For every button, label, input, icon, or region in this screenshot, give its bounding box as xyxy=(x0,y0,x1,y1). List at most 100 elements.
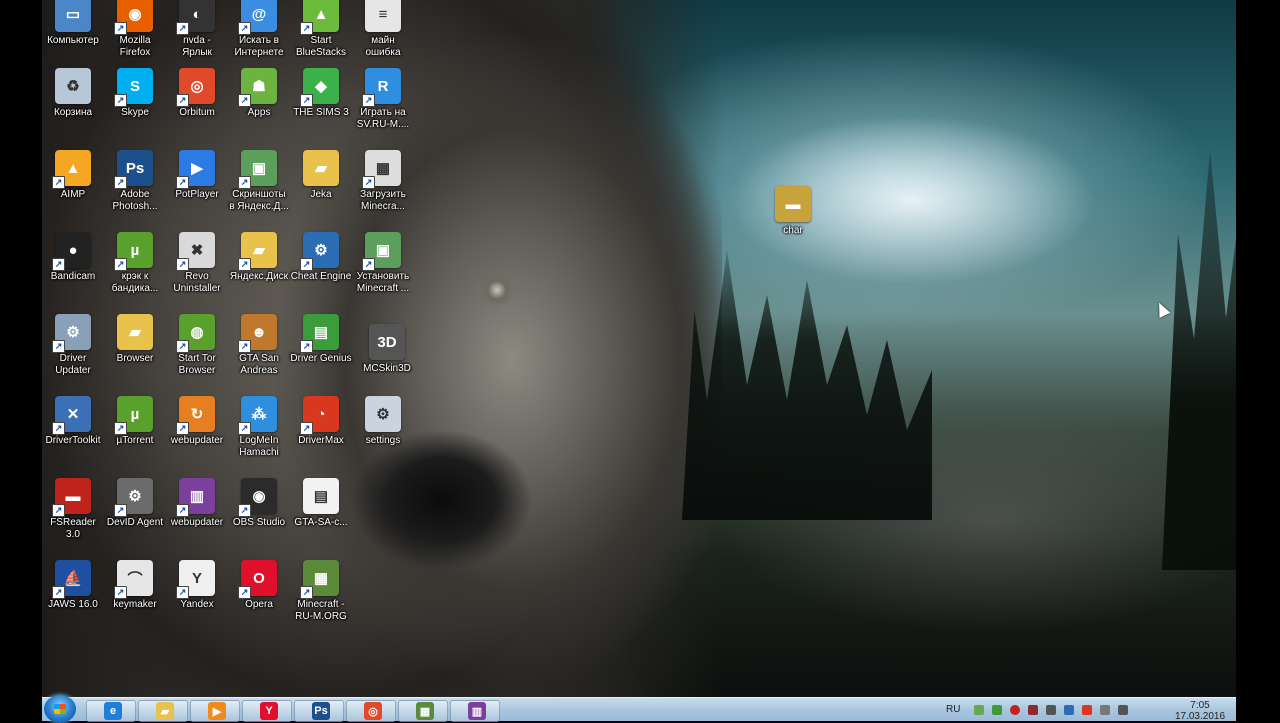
taskbar-button[interactable]: ◎ xyxy=(346,700,396,722)
desktop-icon[interactable]: ◆ ↗ THE SIMS 3 xyxy=(290,66,352,144)
desktop-icon[interactable]: ◐ ↗ nvda - Ярлык xyxy=(166,0,228,72)
shortcut-arrow-icon: ↗ xyxy=(114,258,127,271)
desktop-icon[interactable]: Ps ↗ Adobe Photosh... xyxy=(104,148,166,226)
tray-app-icon[interactable] xyxy=(1064,705,1074,715)
desktop-icon[interactable]: ↻ ↗ webupdater xyxy=(166,394,228,472)
desktop-icon[interactable]: ▰ Jeka xyxy=(290,148,352,226)
desktop-icon[interactable]: ⚙ ↗ Driver Updater xyxy=(42,312,104,390)
driver-genius-icon: ▤ ↗ xyxy=(300,314,339,353)
apps-icon: ☗ ↗ xyxy=(238,68,277,107)
desktop-icon[interactable]: ▲ ↗ AIMP xyxy=(42,148,104,226)
desktop-icon-label: Bandicam xyxy=(50,271,96,282)
photoshop-icon: Ps xyxy=(312,702,330,720)
desktop-icon-label: settings xyxy=(365,435,401,446)
tray-record-icon[interactable] xyxy=(1010,705,1020,715)
desktop-icon[interactable]: ✕ ↗ DriverToolkit xyxy=(42,394,104,472)
desktop-icon-label: Revo Uninstaller xyxy=(173,271,221,294)
desktop-icon-label: Jeka xyxy=(310,189,332,200)
desktop-icon[interactable]: ◎ ↗ Orbitum xyxy=(166,66,228,144)
windows-logo-icon xyxy=(54,704,66,714)
action-center-icon[interactable] xyxy=(1100,705,1110,715)
desktop-icon[interactable]: ◍ ↗ Start Tor Browser xyxy=(166,312,228,390)
desktop-icon[interactable]: ▤ GTA-SA-c... xyxy=(290,476,352,554)
desktop-icon[interactable]: @ ↗ Искать в Интернете xyxy=(228,0,290,72)
desktop-icon[interactable]: ✖ ↗ Revo Uninstaller xyxy=(166,230,228,308)
desktop-icon-label: Яндекс.Диск xyxy=(229,271,289,282)
desktop[interactable]: ▭ Компьютер ◉ ↗ Mozilla Firefox ◐ ↗ nvda - Ярлы… xyxy=(42,0,1236,697)
desktop-icon-label: Установить Minecraft ... xyxy=(356,271,410,294)
desktop-icon[interactable]: ◉ ↗ Mozilla Firefox xyxy=(104,0,166,72)
desktop-icon-label: THE SIMS 3 xyxy=(293,107,349,118)
desktop-icon[interactable]: ⚙ ↗ Cheat Engine xyxy=(290,230,352,308)
desktop-icon[interactable]: ▰ ↗ Яндекс.Диск xyxy=(228,230,290,308)
tray-app-icon[interactable] xyxy=(974,705,984,715)
language-indicator[interactable]: RU xyxy=(946,704,960,715)
taskbar-button[interactable]: ▰ xyxy=(138,700,188,722)
desktop-icon[interactable]: ▬ char xyxy=(762,184,824,262)
desktop-icon-label: DevID Agent xyxy=(106,517,164,528)
network-icon[interactable] xyxy=(1118,705,1128,715)
desktop-icon[interactable]: ♻ Корзина xyxy=(42,66,104,144)
desktop-icon[interactable]: ▥ ↗ webupdater xyxy=(166,476,228,554)
taskbar-button[interactable]: Ps xyxy=(294,700,344,722)
desktop-icon[interactable]: ⚙ ↗ DevID Agent xyxy=(104,476,166,554)
desktop-icon[interactable]: ⛵ ↗ JAWS 16.0 xyxy=(42,558,104,636)
folder-icon: ▰ xyxy=(117,314,153,350)
photoshop-icon: Ps ↗ xyxy=(114,150,153,189)
desktop-icon[interactable]: ▭ Компьютер xyxy=(42,0,104,72)
desktop-icon[interactable]: ◉ ↗ OBS Studio xyxy=(228,476,290,554)
hamachi-icon: ⁂ ↗ xyxy=(238,396,277,435)
desktop-icon[interactable]: ◔ ↗ DriverMax xyxy=(290,394,352,472)
desktop-icon[interactable]: ▣ ↗ Установить Minecraft ... xyxy=(352,230,414,308)
desktop-icon[interactable]: ☗ ↗ Apps xyxy=(228,66,290,144)
desktop-icon[interactable]: ▰ Browser xyxy=(104,312,166,390)
shortcut-arrow-icon: ↗ xyxy=(238,176,251,189)
taskbar-button[interactable]: e xyxy=(86,700,136,722)
utorrent-icon: µ ↗ xyxy=(114,232,153,271)
desktop-icon[interactable]: ▶ ↗ PotPlayer xyxy=(166,148,228,226)
ie-icon: e xyxy=(104,702,122,720)
desktop-icon[interactable]: ● ↗ Bandicam xyxy=(42,230,104,308)
desktop-icon-label: LogMeIn Hamachi xyxy=(239,435,279,458)
shortcut-arrow-icon: ↗ xyxy=(238,94,251,107)
wallpaper-trees-right xyxy=(1162,150,1236,570)
desktop-icon[interactable]: ▤ ↗ Driver Genius xyxy=(290,312,352,390)
desktop-icon[interactable]: ▬ ↗ FSReader 3.0 xyxy=(42,476,104,554)
desktop-icon[interactable]: ⌒ ↗ keymaker xyxy=(104,558,166,636)
desktop-icon[interactable]: 3D MCSkin3D xyxy=(356,322,418,400)
desktop-icon-label: AIMP xyxy=(60,189,86,200)
desktop-icon[interactable]: R ↗ Играть на SV.RU-M.... xyxy=(352,66,414,144)
tray-app-icon[interactable] xyxy=(992,705,1002,715)
taskbar-button[interactable]: ▥ xyxy=(450,700,500,722)
shortcut-arrow-icon: ↗ xyxy=(238,22,251,35)
desktop-icon[interactable]: ▲ ↗ Start BlueStacks xyxy=(290,0,352,72)
taskbar-button[interactable]: ▶ xyxy=(190,700,240,722)
desktop-icon[interactable]: ⚙ settings xyxy=(352,394,414,472)
desktop-icon[interactable]: O ↗ Opera xyxy=(228,558,290,636)
volume-icon[interactable] xyxy=(1046,705,1056,715)
desktop-icon-label: Apps xyxy=(247,107,271,118)
desktop-icon-label: keymaker xyxy=(113,599,157,610)
desktop-icon[interactable]: ▦ ↗ Minecraft - RU-M.ORG xyxy=(290,558,352,636)
desktop-icon[interactable]: µ ↗ крэк к бандика... xyxy=(104,230,166,308)
winrar-icon: ▥ ↗ xyxy=(176,478,215,517)
desktop-icon[interactable]: ▣ ↗ Скриншоты в Яндекс.Д... xyxy=(228,148,290,226)
desktop-icon[interactable]: ≡ майн ошибка xyxy=(352,0,414,72)
tray-app-icon[interactable] xyxy=(1082,705,1092,715)
desktop-icon-label: Orbitum xyxy=(179,107,215,118)
taskbar-button[interactable]: ▦ xyxy=(398,700,448,722)
desktop-icon[interactable]: Y ↗ Yandex xyxy=(166,558,228,636)
desktop-icon[interactable]: µ ↗ µTorrent xyxy=(104,394,166,472)
desktop-icon[interactable]: ☻ ↗ GTA San Andreas xyxy=(228,312,290,390)
clock[interactable]: 7:05 17.03.2016 xyxy=(1170,700,1230,722)
desktop-icon[interactable]: S ↗ Skype xyxy=(104,66,166,144)
desktop-icon[interactable]: ⁂ ↗ LogMeIn Hamachi xyxy=(228,394,290,472)
start-button[interactable] xyxy=(44,695,76,723)
taskbar-button[interactable]: Y xyxy=(242,700,292,722)
utorrent-icon: µ ↗ xyxy=(114,396,153,435)
desktop-icon-label: Adobe Photosh... xyxy=(112,189,158,212)
tray-app-icon[interactable] xyxy=(1028,705,1038,715)
taskbar: RU 7:05 17.03.2016 e ▰ ▶ Y Ps ◎ ▦ ▥ xyxy=(42,695,1236,723)
shortcut-arrow-icon: ↗ xyxy=(52,586,65,599)
desktop-icon[interactable]: ▦ ↗ Загрузить Minecra... xyxy=(352,148,414,226)
